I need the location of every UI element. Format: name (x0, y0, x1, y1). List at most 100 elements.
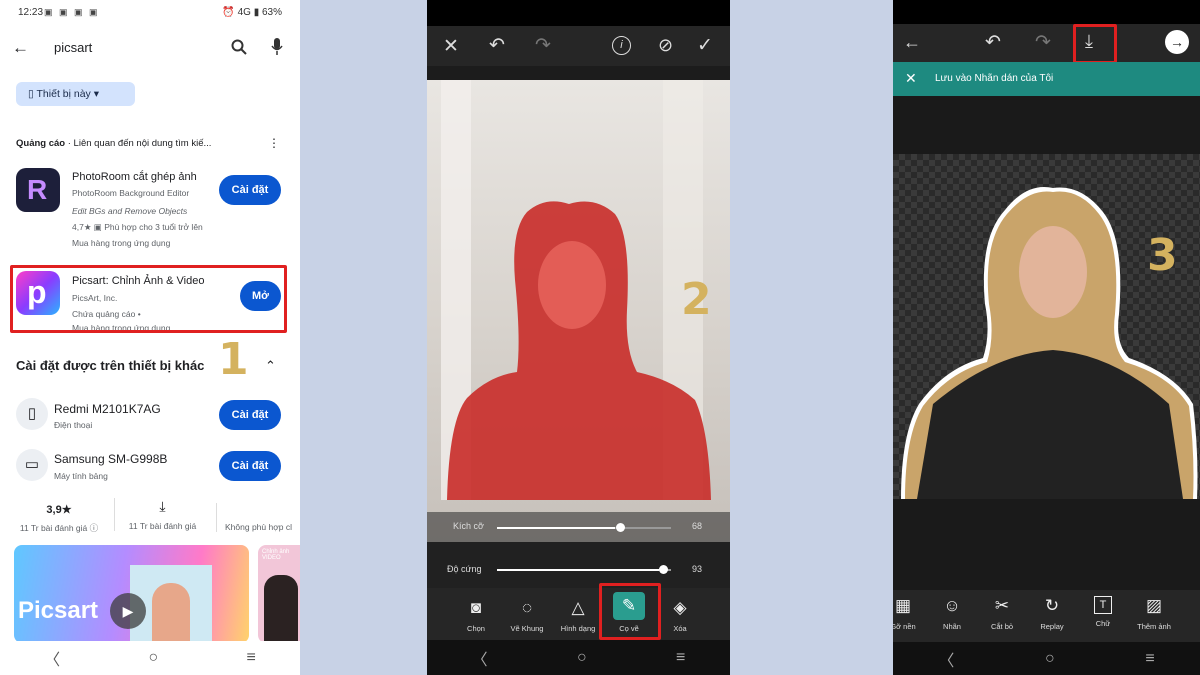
slider-label: Độ cứng (447, 564, 482, 574)
android-nav-bar: 〈 ○ ≡ (427, 640, 730, 675)
highlight-box-download (1073, 24, 1117, 64)
tool-bar: ▦ Gỡ nền ☺ Nhãn ✂ Cắt bỏ ↻ Replay T Chữ ▨ Thêm… (893, 590, 1200, 642)
phone-icon: ▯ (28, 88, 34, 100)
tool-text[interactable]: T Chữ (1081, 596, 1125, 628)
photoroom-logo: R (16, 168, 60, 212)
thumbnail-text: Chỉnh ảnh VIDEO (262, 549, 290, 561)
nav-recents-icon[interactable]: ≡ (246, 649, 255, 667)
app-tagline: Edit BGs and Remove Objects (72, 206, 188, 216)
search-icon[interactable] (231, 39, 247, 55)
back-arrow-icon[interactable]: ← (12, 38, 29, 58)
tool-eraser[interactable]: ◈ Xóa (658, 598, 702, 633)
collapse-icon[interactable]: ⌃ (265, 358, 276, 374)
tool-bar: ◙ Chọn ◌ Vẽ Khung △ Hình dạng ✎ Cọ vẽ ◈ Xóa (427, 588, 730, 640)
nav-recents-icon[interactable]: ≡ (1145, 650, 1154, 668)
banner-person (152, 583, 190, 643)
replay-icon: ↻ (1044, 596, 1060, 615)
ad-header: Quảng cáo · Liên quan đến nội dung tìm k… (16, 138, 212, 149)
sticker-canvas[interactable] (893, 154, 1200, 499)
stat-content-rating: Không phù hợp cl (216, 503, 300, 532)
top-toolbar: ← ↶ ↷ ⤓ → (893, 24, 1200, 62)
hardness-slider[interactable] (497, 565, 671, 574)
dropdown-icon: ▾ (93, 88, 99, 100)
next-arrow-icon[interactable]: → (1165, 30, 1189, 54)
notification-icons: ▣ ▣ ▣ ▣ (44, 7, 100, 17)
redo-icon[interactable]: ↷ (535, 34, 551, 57)
device-filter-chip[interactable]: ▯ Thiết bị này ▾ (16, 82, 135, 106)
eraser-icon: ◈ (673, 598, 687, 617)
tool-add-photo[interactable]: ▨ Thêm ảnh (1132, 596, 1176, 631)
info-icon[interactable]: i (612, 36, 631, 55)
play-icon[interactable]: ▶ (110, 593, 146, 629)
download-icon: ⤓ (159, 498, 166, 514)
back-arrow-icon[interactable]: ← (903, 32, 921, 53)
install-button[interactable]: Cài đặt (219, 175, 281, 205)
photoroom-logo-mark: R (27, 174, 48, 205)
android-nav-bar: 〈 ○ ≡ (0, 641, 300, 675)
picsart-brush-screen: ✕ ↶ ↷ i ⊘ ✓ 2 Kích cỡ 68 Độ cứng 93 ◙ Chọ… (427, 0, 730, 675)
section-title: Cài đặt được trên thiết bị khác (16, 358, 205, 373)
redo-icon[interactable]: ↷ (1035, 31, 1051, 54)
nav-back-icon[interactable]: 〈 (472, 646, 488, 670)
cutout-person (901, 187, 1198, 499)
age-rating: Phù hợp cho 3 tuổi trở lên (104, 222, 203, 232)
tool-shape[interactable]: △ Hình dạng (556, 598, 600, 633)
lasso-icon: ◌ (521, 598, 533, 617)
stat-label: Không phù hợp cl (225, 522, 293, 532)
banner-logo-text: Picsart (18, 597, 99, 624)
ad-label: Quảng cáo (16, 138, 66, 149)
android-nav-bar: 〈 ○ ≡ (893, 642, 1200, 675)
highlight-box-brush (599, 583, 661, 640)
slider-knob[interactable] (659, 565, 668, 574)
close-icon[interactable]: ✕ (443, 35, 459, 58)
status-bar: 12:23 ▣ ▣ ▣ ▣ ⏰ 4G ▮ 63% (0, 0, 300, 24)
remove-bg-icon: ▦ (894, 596, 912, 615)
stat-downloads: ⤓ 11 Tr bài đánh giá (114, 498, 210, 531)
mic-icon[interactable] (271, 38, 283, 55)
nav-back-icon[interactable]: 〈 (938, 647, 954, 671)
step-number-1: 1 (218, 334, 249, 385)
confirm-icon[interactable]: ✓ (697, 34, 713, 57)
nav-back-icon[interactable]: 〈 (44, 646, 60, 670)
slider-value: 68 (692, 521, 703, 531)
status-right: ⏰ 4G ▮ 63% (222, 7, 282, 18)
phone-icon: ▯ (16, 398, 48, 430)
tool-sticker[interactable]: ☺ Nhãn (930, 596, 974, 631)
more-options-icon[interactable]: ⋮ (268, 136, 280, 150)
picsart-save-screen: ← ↶ ↷ ⤓ → ✕ Lưu vào Nhãn dán của Tôi 3 ▦… (893, 0, 1200, 675)
promo-video-banner[interactable]: Picsart ▶ (14, 545, 249, 643)
tool-replay[interactable]: ↻ Replay (1030, 596, 1074, 631)
device-name: Samsung SM-G998B (54, 452, 168, 466)
close-icon[interactable]: ✕ (905, 70, 917, 87)
stat-value: 3,9★ (46, 504, 72, 516)
sticker-icon: ☺ (943, 596, 961, 615)
app-name[interactable]: PhotoRoom cắt ghép ảnh (72, 171, 197, 183)
save-notification-bar: ✕ Lưu vào Nhãn dán của Tôi (893, 62, 1200, 96)
status-bar (427, 0, 730, 26)
device-type: Máy tính bảng (54, 471, 108, 481)
nav-home-icon[interactable]: ○ (577, 649, 587, 667)
undo-icon[interactable]: ↶ (985, 31, 1001, 54)
slider-knob[interactable] (616, 523, 625, 532)
search-query[interactable]: picsart (54, 40, 92, 55)
device-name: Redmi M2101K7AG (54, 402, 161, 416)
step-number-3: 3 (1147, 230, 1178, 281)
top-toolbar: ✕ ↶ ↷ i ⊘ ✓ (427, 26, 730, 66)
text-icon: T (1094, 596, 1112, 614)
nav-recents-icon[interactable]: ≡ (676, 649, 685, 667)
install-button[interactable]: Cài đặt (219, 451, 281, 481)
size-slider[interactable] (497, 523, 671, 532)
tool-lasso[interactable]: ◌ Vẽ Khung (505, 598, 549, 633)
hide-icon[interactable]: ⊘ (658, 35, 673, 56)
slider-value: 93 (692, 564, 703, 574)
install-button[interactable]: Cài đặt (219, 400, 281, 430)
nav-home-icon[interactable]: ○ (148, 649, 158, 667)
status-time: 12:23 (18, 7, 44, 18)
thumbnail-person (264, 575, 298, 643)
tool-cutout[interactable]: ✂ Cắt bỏ (980, 596, 1024, 631)
screenshot-thumbnail[interactable]: Chỉnh ảnh VIDEO (258, 545, 300, 643)
undo-icon[interactable]: ↶ (489, 34, 505, 57)
tool-remove-bg[interactable]: ▦ Gỡ nền (893, 596, 925, 631)
nav-home-icon[interactable]: ○ (1045, 650, 1055, 668)
tool-select[interactable]: ◙ Chọn (454, 598, 498, 633)
